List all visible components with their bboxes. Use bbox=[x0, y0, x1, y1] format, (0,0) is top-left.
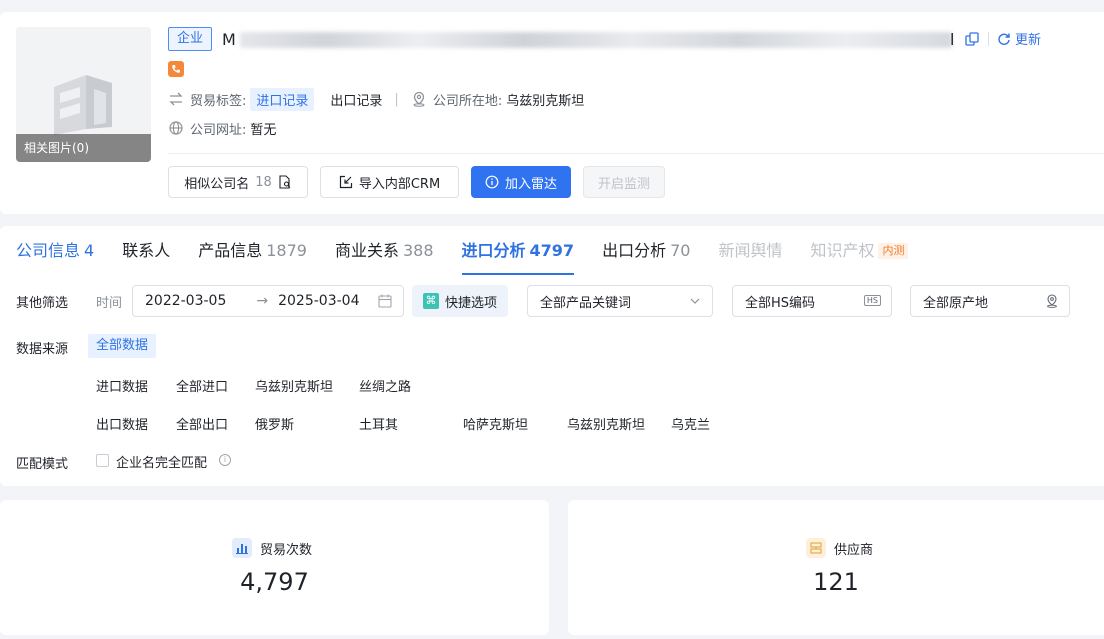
company-name-suffix: l bbox=[950, 30, 955, 49]
source-all-export[interactable]: 全部出口 bbox=[176, 414, 228, 433]
import-crm-label: 导入内部CRM bbox=[358, 176, 441, 192]
internal-beta-badge: 内测 bbox=[878, 243, 909, 259]
supplier-count-value: 121 bbox=[813, 568, 859, 596]
analysis-card: 公司信息 4 联系人 产品信息 1879 商业关系 388 进口分析 4797 出口分析… bbox=[0, 226, 1104, 486]
source-all-import[interactable]: 全部进口 bbox=[176, 376, 228, 395]
entity-type-tag: 企业 bbox=[168, 27, 213, 51]
supplier-count-header: 供应商 bbox=[806, 538, 873, 558]
source-import-data[interactable]: 进口数据 bbox=[96, 376, 148, 395]
hs-code-select[interactable]: 全部HS编码 HS bbox=[732, 285, 892, 317]
trade-count-label: 贸易次数 bbox=[260, 542, 313, 558]
tab-product-info[interactable]: 产品信息 1879 bbox=[198, 240, 307, 266]
date-arrow: → bbox=[256, 293, 269, 309]
import-icon bbox=[339, 175, 352, 189]
company-image[interactable]: 相关图片(0) bbox=[16, 27, 151, 162]
data-source-label: 数据来源 bbox=[16, 342, 69, 357]
import-crm-button[interactable]: 导入内部CRM bbox=[320, 166, 459, 198]
add-radar-label: 加入雷达 bbox=[504, 176, 557, 192]
date-start[interactable]: 2022-03-05 bbox=[145, 293, 226, 309]
tab-company-info[interactable]: 公司信息 4 bbox=[16, 240, 94, 266]
monitor-button[interactable]: 开启监测 bbox=[583, 166, 665, 198]
supplier-icon bbox=[806, 538, 826, 558]
location-pin-icon bbox=[1047, 294, 1057, 308]
quick-options-label: 快捷选项 bbox=[444, 295, 497, 311]
trade-tag-export[interactable]: 出口记录 bbox=[330, 90, 382, 109]
source-import-uzbekistan[interactable]: 乌兹别克斯坦 bbox=[255, 376, 333, 395]
source-export-uzbekistan[interactable]: 乌兹别克斯坦 bbox=[567, 414, 645, 433]
website-value: 暂无 bbox=[250, 122, 277, 138]
origin-select[interactable]: 全部原产地 bbox=[910, 285, 1070, 317]
location-value: 乌兹别克斯坦 bbox=[506, 93, 585, 109]
source-import-silkroad[interactable]: 丝绸之路 bbox=[359, 376, 411, 395]
info-separator: | bbox=[394, 91, 399, 107]
supplier-count-label: 供应商 bbox=[834, 542, 874, 558]
trade-tag-import[interactable]: 进口记录 bbox=[250, 87, 315, 111]
trade-count-header: 贸易次数 bbox=[232, 538, 312, 558]
tab-export-analysis[interactable]: 出口分析 70 bbox=[602, 240, 690, 266]
trade-count-value: 4,797 bbox=[240, 568, 309, 596]
trade-exchange-icon bbox=[169, 92, 183, 106]
product-keyword-value: 全部产品关键词 bbox=[540, 295, 632, 311]
source-export-turkey[interactable]: 土耳其 bbox=[359, 414, 398, 433]
tab-ip[interactable]: 知识产权 内测 bbox=[810, 240, 909, 266]
chevron-down-icon bbox=[690, 298, 700, 304]
header-hdivider bbox=[168, 153, 1104, 154]
tab-contacts[interactable]: 联系人 bbox=[122, 240, 170, 266]
tab-bar: 公司信息 4 联系人 产品信息 1879 商业关系 388 进口分析 4797 出口分析… bbox=[16, 240, 909, 275]
match-mode-label: 匹配模式 bbox=[16, 457, 69, 472]
exact-match-checkbox[interactable] bbox=[96, 454, 109, 467]
trade-count-card: 贸易次数 4,797 bbox=[0, 500, 549, 635]
add-radar-button[interactable]: 加入雷达 bbox=[471, 166, 571, 198]
globe-icon bbox=[169, 121, 183, 135]
company-name-prefix: M bbox=[222, 30, 236, 49]
phone-icon[interactable] bbox=[168, 61, 184, 77]
refresh-icon bbox=[998, 33, 1010, 45]
info-icon[interactable]: i bbox=[219, 454, 231, 466]
location-label: 公司所在地: bbox=[432, 93, 503, 109]
origin-value: 全部原产地 bbox=[923, 295, 989, 311]
source-export-kazakhstan[interactable]: 哈萨克斯坦 bbox=[463, 414, 528, 433]
header-divider bbox=[988, 32, 989, 46]
document-search-icon bbox=[279, 175, 291, 189]
similar-label: 相似公司名 bbox=[184, 176, 250, 192]
product-keyword-select[interactable]: 全部产品关键词 bbox=[527, 285, 713, 317]
monitor-label: 开启监测 bbox=[597, 176, 650, 192]
quick-options-button[interactable]: ⌘ 快捷选项 bbox=[412, 285, 508, 317]
image-count-label: 相关图片(0) bbox=[16, 134, 151, 162]
location-pin-icon bbox=[413, 91, 425, 107]
website-row: 公司网址: 暂无 bbox=[168, 116, 276, 140]
tab-import-analysis[interactable]: 进口分析 4797 bbox=[461, 240, 574, 275]
command-icon: ⌘ bbox=[422, 293, 439, 309]
source-export-ukraine[interactable]: 乌克兰 bbox=[671, 414, 710, 433]
time-label: 时间 bbox=[96, 296, 123, 311]
company-header-card: 相关图片(0) 企业 M l 更新 贸易标签: 进口记录 出口记录 | 公司所在… bbox=[0, 12, 1104, 214]
exact-match-label[interactable]: 企业名完全匹配 bbox=[116, 452, 207, 471]
tab-news[interactable]: 新闻舆情 bbox=[718, 240, 782, 266]
bar-chart-icon bbox=[232, 538, 252, 558]
similar-count: 18 bbox=[255, 174, 272, 190]
copy-icon[interactable] bbox=[964, 31, 980, 47]
source-export-data[interactable]: 出口数据 bbox=[96, 414, 148, 433]
calendar-icon bbox=[378, 294, 392, 308]
website-label: 公司网址: bbox=[190, 122, 247, 138]
supplier-count-card: 供应商 121 bbox=[568, 500, 1104, 635]
info-circle-icon bbox=[485, 175, 499, 189]
refresh-button[interactable]: 更新 bbox=[997, 29, 1041, 48]
hs-code-value: 全部HS编码 bbox=[745, 295, 816, 311]
trade-tags-row: 贸易标签: 进口记录 出口记录 | 公司所在地: 乌兹别克斯坦 bbox=[168, 87, 584, 111]
source-all-data[interactable]: 全部数据 bbox=[88, 334, 157, 358]
tab-business-relations[interactable]: 商业关系 388 bbox=[335, 240, 434, 266]
refresh-label: 更新 bbox=[1015, 33, 1042, 48]
hs-badge-icon: HS bbox=[863, 295, 881, 306]
other-filters-label: 其他筛选 bbox=[16, 296, 69, 311]
date-end[interactable]: 2025-03-04 bbox=[278, 293, 359, 309]
similar-companies-button[interactable]: 相似公司名 18 bbox=[168, 166, 308, 198]
date-range-picker[interactable]: 2022-03-05 → 2025-03-04 bbox=[132, 285, 404, 317]
building-placeholder-icon bbox=[54, 75, 112, 135]
company-name-redacted bbox=[240, 32, 952, 48]
trade-tags-label: 贸易标签: bbox=[190, 93, 247, 109]
source-export-russia[interactable]: 俄罗斯 bbox=[255, 414, 294, 433]
